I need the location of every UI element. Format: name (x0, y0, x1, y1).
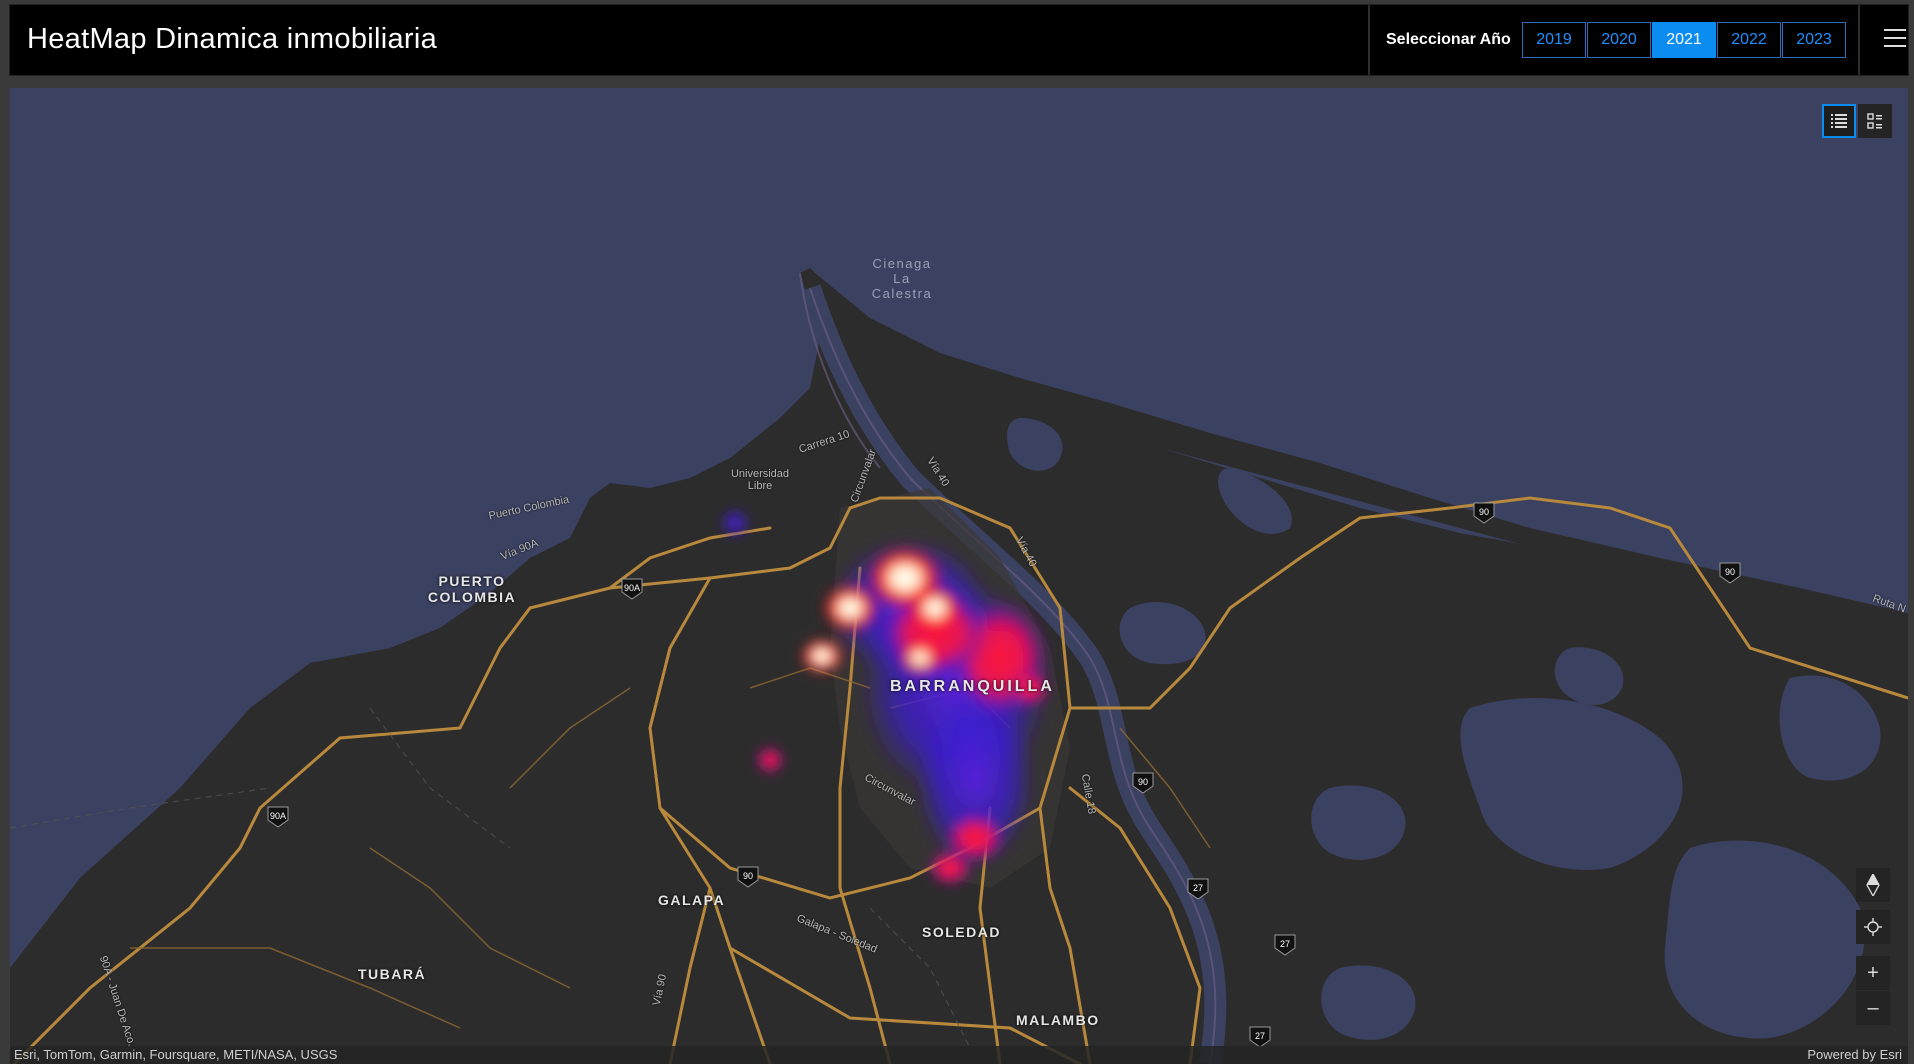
place-label-galapa: GALAPA (658, 892, 726, 908)
year-button-2019[interactable]: 2019 (1522, 22, 1586, 58)
year-button-2021[interactable]: 2021 (1652, 22, 1716, 58)
legend-icon (1867, 113, 1882, 129)
year-selector-label: Seleccionar Año (1386, 31, 1511, 48)
route-shield: 90A (270, 811, 286, 821)
route-shield: 90 (1479, 507, 1489, 517)
basemap: 90A 90A 90 90 90 90 27 27 27 (10, 268, 1908, 1064)
app-title: HeatMap Dinamica inmobiliaria (27, 23, 438, 55)
water-label-cienaga: Cienaga La Calestra (871, 256, 933, 301)
year-button-2022[interactable]: 2022 (1717, 22, 1781, 58)
route-shield: 27 (1193, 883, 1203, 893)
zoom-in-button[interactable]: + (1856, 956, 1890, 990)
header-divider (1858, 5, 1860, 75)
place-label-malambo: MALAMBO (1016, 1012, 1100, 1028)
route-shield: 27 (1255, 1031, 1265, 1041)
minus-icon: – (1867, 996, 1879, 1019)
header-divider (1368, 5, 1370, 75)
powered-by-esri[interactable]: Powered by Esri (1807, 1047, 1902, 1062)
route-shield: 90 (743, 871, 753, 881)
route-shield: 90 (1725, 567, 1735, 577)
year-button-2023[interactable]: 2023 (1782, 22, 1846, 58)
locate-icon (1864, 918, 1882, 936)
place-label-barranquilla: BARRANQUILLA (890, 678, 1055, 695)
place-label-tubara: TUBARÁ (358, 966, 427, 982)
poi-label-universidad: Universidad Libre (730, 468, 790, 492)
route-shield: 90A (624, 583, 640, 593)
route-shield: 27 (1280, 939, 1290, 949)
attribution-bar: Esri, TomTom, Garmin, Foursquare, METI/N… (10, 1046, 1908, 1064)
compass-icon (1866, 874, 1880, 896)
place-label-puerto-colombia: PUERTO COLOMBIA (427, 573, 517, 605)
year-button-2020[interactable]: 2020 (1587, 22, 1651, 58)
layer-list-button[interactable] (1822, 104, 1856, 138)
app-header: HeatMap Dinamica inmobiliaria Selecciona… (10, 5, 1908, 75)
attribution-text[interactable]: Esri, TomTom, Garmin, Foursquare, METI/N… (14, 1047, 337, 1062)
list-icon (1831, 114, 1847, 128)
hamburger-menu-icon[interactable] (1884, 29, 1906, 49)
compass-button[interactable] (1856, 868, 1890, 902)
locate-button[interactable] (1856, 910, 1890, 944)
zoom-out-button[interactable]: – (1856, 991, 1890, 1025)
plus-icon: + (1867, 961, 1879, 984)
place-label-soledad: SOLEDAD (922, 924, 1001, 940)
year-selector: 2019 2020 2021 2022 2023 (1522, 22, 1847, 58)
route-shield: 90 (1138, 777, 1148, 787)
map-view[interactable]: 90A 90A 90 90 90 90 27 27 27 Cienaga La … (10, 88, 1908, 1064)
legend-button[interactable] (1858, 104, 1892, 138)
